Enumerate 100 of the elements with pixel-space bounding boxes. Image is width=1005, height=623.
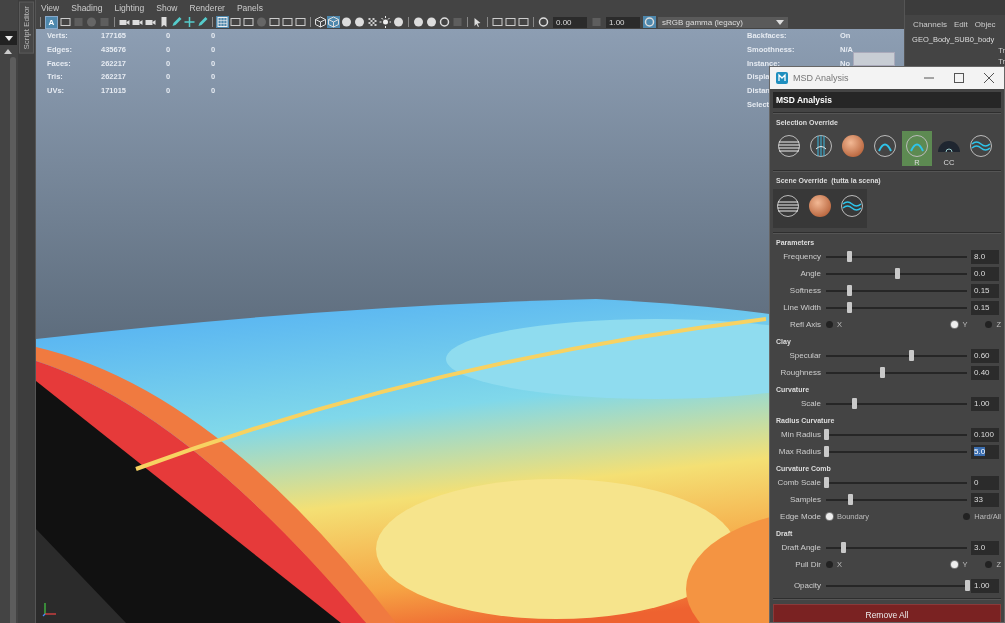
menu-item[interactable]: View xyxy=(40,2,60,13)
slider-thumb[interactable] xyxy=(846,284,852,296)
radio-button[interactable] xyxy=(951,561,959,568)
field-label: Draft Angle xyxy=(780,543,821,552)
value-field[interactable]: 0 xyxy=(971,475,999,490)
slider-thumb[interactable] xyxy=(846,250,852,262)
number-field[interactable]: 1.00 xyxy=(605,16,640,28)
value-field[interactable]: 1.00 xyxy=(971,578,999,593)
frame-icon[interactable] xyxy=(490,16,504,28)
sphere-icon[interactable] xyxy=(411,16,425,28)
panel-header: MSD Analysis xyxy=(773,92,1001,108)
menu-item[interactable]: Show xyxy=(156,2,178,13)
field-label: Roughness xyxy=(779,368,821,377)
slider-thumb[interactable] xyxy=(824,428,829,440)
field-label: Comb Scale xyxy=(776,478,821,487)
cube-icon[interactable] xyxy=(326,16,340,28)
field-label: Min Radius xyxy=(780,430,821,439)
move-icon[interactable] xyxy=(182,16,196,28)
value-field[interactable]: 0.0 xyxy=(971,266,999,281)
radio-button[interactable] xyxy=(963,513,971,520)
menu-item[interactable]: Panels xyxy=(236,2,263,13)
frame-icon[interactable] xyxy=(503,16,517,28)
menu-item[interactable]: Shading xyxy=(71,2,103,13)
frame-icon[interactable] xyxy=(516,16,530,28)
window-title: MSD Analysis xyxy=(793,73,850,83)
axis-icon xyxy=(41,601,58,617)
field-label: Line Width xyxy=(782,303,821,312)
slider-thumb[interactable] xyxy=(824,476,829,488)
slider-thumb[interactable] xyxy=(894,267,900,279)
radio-button[interactable] xyxy=(826,513,833,520)
close-button[interactable] xyxy=(984,73,994,83)
colorspace-dropdown[interactable]: sRGB gamma (legacy) xyxy=(657,16,788,28)
value-field[interactable]: 0.15 xyxy=(971,300,999,315)
frame-icon[interactable] xyxy=(267,16,281,28)
script-editor-tab[interactable]: Script Editor xyxy=(18,2,34,54)
wave-icon xyxy=(840,194,864,218)
value-field[interactable]: 5.0 xyxy=(971,444,999,459)
caret-icon xyxy=(775,19,784,25)
field-label: Pull Dir xyxy=(794,560,821,569)
radio-button[interactable] xyxy=(826,561,833,568)
field-label: Edge Mode xyxy=(779,512,821,521)
frame-icon[interactable] xyxy=(58,16,72,28)
caret-icon xyxy=(4,35,13,41)
menu-item[interactable]: Edit xyxy=(953,20,968,29)
value-field[interactable]: 33 xyxy=(971,492,999,507)
panel-dropdown[interactable] xyxy=(0,31,17,45)
frame-icon[interactable] xyxy=(293,16,307,28)
sphere-icon[interactable] xyxy=(424,16,438,28)
menu-item[interactable]: Renderer xyxy=(189,2,225,13)
field-label: Samples xyxy=(788,495,821,504)
number-field[interactable]: 0.00 xyxy=(552,16,587,28)
frame-icon[interactable] xyxy=(280,16,294,28)
value-field[interactable]: 0.40 xyxy=(971,365,999,380)
sphere-icon[interactable] xyxy=(391,16,405,28)
grid-icon[interactable] xyxy=(215,16,229,28)
value-field[interactable]: 8.0 xyxy=(971,249,999,264)
lined-circle-icon xyxy=(809,134,833,158)
sphere-icon[interactable] xyxy=(352,16,366,28)
field-label: Frequency xyxy=(782,252,821,261)
value-field[interactable]: 1.00 xyxy=(971,396,999,411)
frame-icon[interactable] xyxy=(228,16,242,28)
slider-thumb[interactable] xyxy=(824,445,829,457)
menu-item[interactable]: Objec xyxy=(974,20,996,29)
menu-item[interactable]: Lighting xyxy=(114,2,145,13)
scrollbar-thumb[interactable] xyxy=(10,57,16,623)
arch-icon xyxy=(873,134,897,158)
striped-circle-icon xyxy=(776,194,800,218)
arch-icon xyxy=(905,134,929,158)
sphere-icon xyxy=(808,194,832,218)
field-label: Angle xyxy=(799,269,821,278)
maximize-button[interactable] xyxy=(954,73,964,83)
lightbulb-icon[interactable] xyxy=(378,16,392,28)
slider-thumb[interactable] xyxy=(847,493,853,505)
striped-circle-icon xyxy=(777,134,801,158)
field-label: Softness xyxy=(788,286,821,295)
ring-icon[interactable] xyxy=(536,16,550,28)
radio-button[interactable] xyxy=(985,561,993,568)
radio-button[interactable] xyxy=(985,321,993,328)
remove-all-button[interactable]: Remove All xyxy=(773,604,1001,622)
ring-icon[interactable] xyxy=(642,16,656,28)
cube-icon[interactable] xyxy=(313,16,327,28)
field-label: Max Radius xyxy=(777,447,821,456)
slider-thumb[interactable] xyxy=(840,541,846,553)
letter-button[interactable]: A xyxy=(44,15,58,29)
ring-icon[interactable] xyxy=(437,16,451,28)
slider-thumb[interactable] xyxy=(908,349,914,361)
sphere-icon[interactable] xyxy=(339,16,353,28)
menu-item[interactable]: Channels xyxy=(913,20,947,29)
slider-thumb[interactable] xyxy=(846,301,852,313)
slider-thumb[interactable] xyxy=(852,397,858,409)
radio-button[interactable] xyxy=(951,321,959,328)
value-field[interactable]: 0.60 xyxy=(971,348,999,363)
radio-button[interactable] xyxy=(826,321,833,328)
value-field[interactable]: 0.15 xyxy=(971,283,999,298)
value-field[interactable]: 3.0 xyxy=(971,540,999,555)
slider-thumb[interactable] xyxy=(965,579,970,591)
scroll-up-icon[interactable] xyxy=(4,49,12,54)
frame-icon[interactable] xyxy=(241,16,255,28)
value-field[interactable]: 0.100 xyxy=(971,427,999,442)
slider-thumb[interactable] xyxy=(880,366,886,378)
